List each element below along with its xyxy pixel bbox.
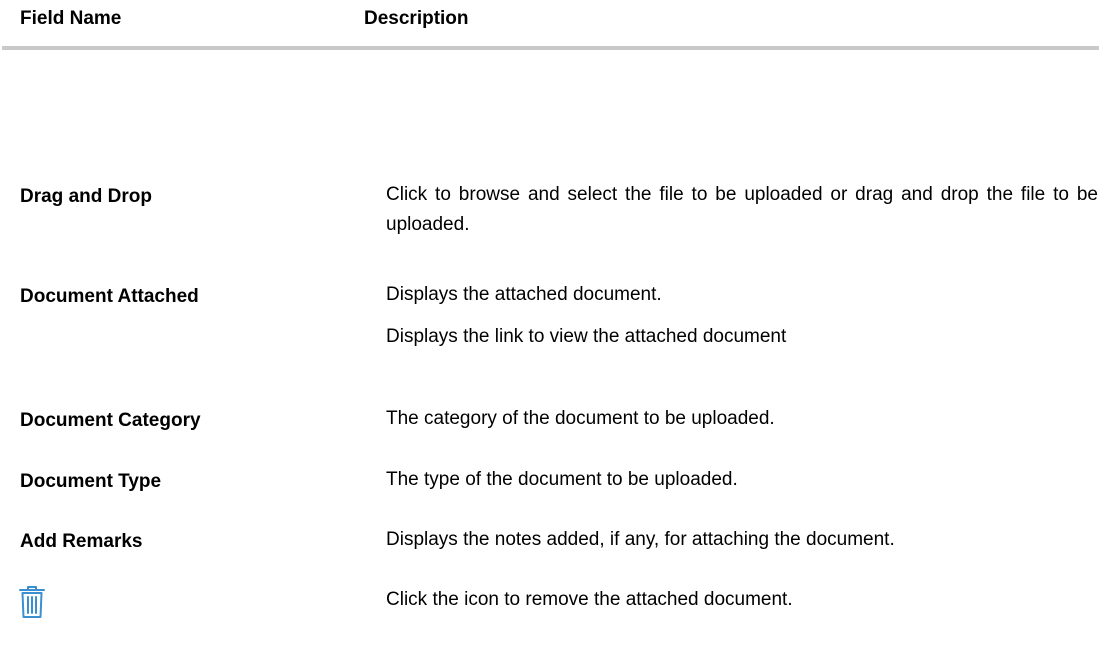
trash-icon	[19, 586, 45, 618]
field-name: Drag and Drop	[20, 186, 152, 207]
description-text: Click to browse and select the file to b…	[386, 184, 1098, 235]
field-name: Document Type	[20, 471, 162, 492]
field-description: Displays the notes added, if any, for at…	[386, 525, 1098, 555]
header-divider	[2, 46, 1099, 50]
field-name: Document Attached	[20, 286, 199, 307]
field-description: Click to browse and select the file to b…	[386, 180, 1098, 240]
field-description: The category of the document to be uploa…	[386, 404, 1098, 434]
field-name: Document Category	[20, 410, 201, 431]
description-text: The type of the document to be uploaded.	[386, 469, 738, 490]
field-description: Click the icon to remove the attached do…	[386, 585, 1098, 615]
description-text: The category of the document to be uploa…	[386, 408, 775, 429]
field-name: Add Remarks	[20, 531, 143, 552]
description-text: Click the icon to remove the attached do…	[386, 589, 793, 610]
field-description: Displays the attached document. Displays…	[386, 280, 1098, 352]
header-field-name: Field Name	[20, 8, 122, 29]
description-text: Displays the attached document.	[386, 284, 662, 305]
table-header: Field Name Description	[0, 0, 1107, 46]
field-description: The type of the document to be uploaded.	[386, 465, 1098, 495]
header-description: Description	[364, 8, 469, 29]
description-text: Displays the notes added, if any, for at…	[386, 529, 895, 550]
description-text: Displays the link to view the attached d…	[386, 326, 787, 347]
